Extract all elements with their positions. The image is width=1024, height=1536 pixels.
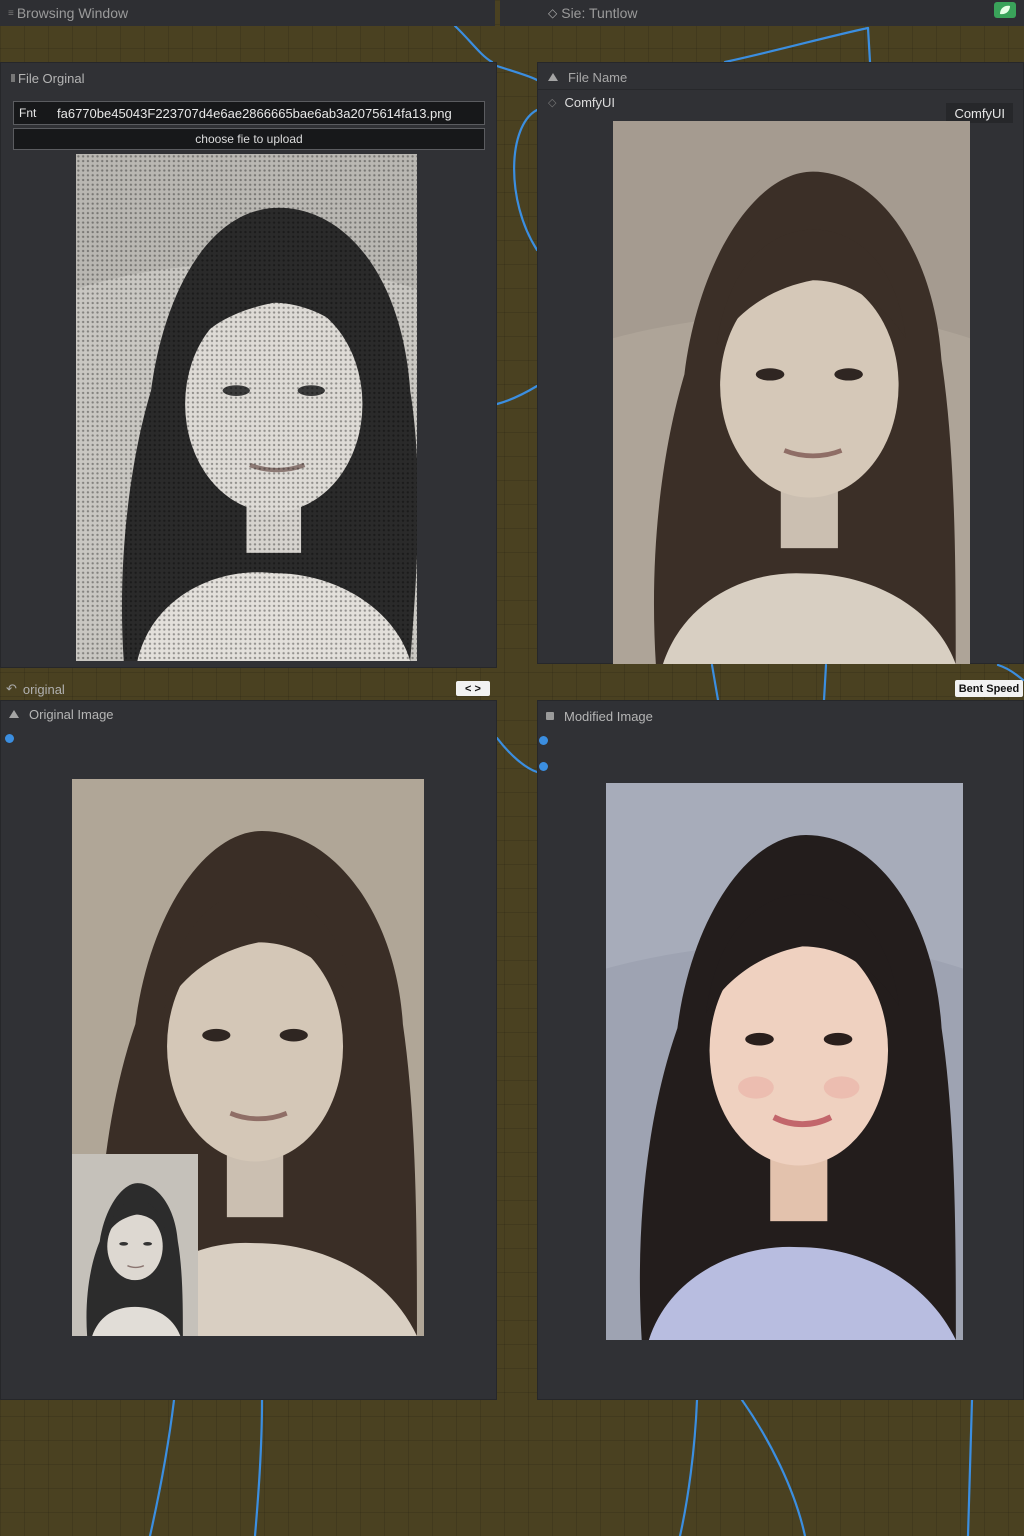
diamond-icon: ◇ [548,6,558,20]
reference-thumbnail [72,1154,198,1336]
modified-image-header: Modified Image [538,703,1023,729]
filename-label: Fnt [19,106,37,120]
comfyui-tag-label: ComfyUI [954,105,1005,121]
menu-icon[interactable]: ≡ [8,8,14,19]
input-slot-dot[interactable] [539,762,548,771]
file-original-header: File Orginal [1,65,496,91]
diamond-icon: ◇ [548,97,557,109]
square-icon [11,74,15,82]
modified-image-node[interactable]: Modified Image [537,700,1024,1400]
window-title-bar: ≡ Browsing Window [0,0,495,26]
restored-photo-sepia [613,121,970,664]
original-image-label: Original Image [29,706,114,722]
original-image-header: Original Image [1,701,496,727]
original-node-badge[interactable]: < > [456,681,490,696]
original-node-title-bar: ↶ original [0,677,497,701]
square-icon [546,712,554,720]
original-photo-grayscale [76,154,417,661]
modified-node-badge[interactable]: Bent Speed [955,680,1023,697]
secondary-title-bar: ◇ Sie: Tuntlow [500,0,1024,26]
file-original-node[interactable]: File Orginal Fnt fa6770be45043F223707d4e… [0,62,497,668]
comfyui-label: ComfyUI [564,95,616,110]
triangle-icon[interactable] [548,73,558,81]
file-name-label: File Name [568,69,628,85]
input-slot-dot[interactable] [539,736,548,745]
badge-label: < > [465,682,481,695]
filename-value: fa6770be45043F223707d4e6ae2866665bae6ab3… [57,105,452,121]
comfyui-tag[interactable]: ComfyUI [946,103,1013,123]
modified-image-label: Modified Image [564,708,653,724]
badge-speed-label: Bent Speed [958,682,1020,695]
leaf-icon[interactable] [994,2,1016,18]
upload-button-label: choose fie to upload [195,132,303,146]
window-title: Browsing Window [16,5,129,21]
comfyui-node-header: File Name [538,64,1023,90]
filename-field[interactable]: Fnt fa6770be45043F223707d4e6ae2866665bae… [13,101,485,125]
file-original-label: File Orginal [18,70,85,86]
modified-image-color [606,783,963,1340]
original-image-sepia [72,779,424,1336]
comfyui-node[interactable]: File Name ◇ ComfyUI ComfyUI [537,62,1024,664]
triangle-icon[interactable] [9,710,19,718]
input-slot-dot[interactable] [5,734,14,743]
original-node-title: original [22,681,65,697]
original-image-node[interactable]: Original Image [0,700,497,1400]
undo-icon[interactable]: ↶ [6,681,17,697]
secondary-title: Sie: Tuntlow [561,5,638,21]
upload-button[interactable]: choose fie to upload [13,128,485,150]
